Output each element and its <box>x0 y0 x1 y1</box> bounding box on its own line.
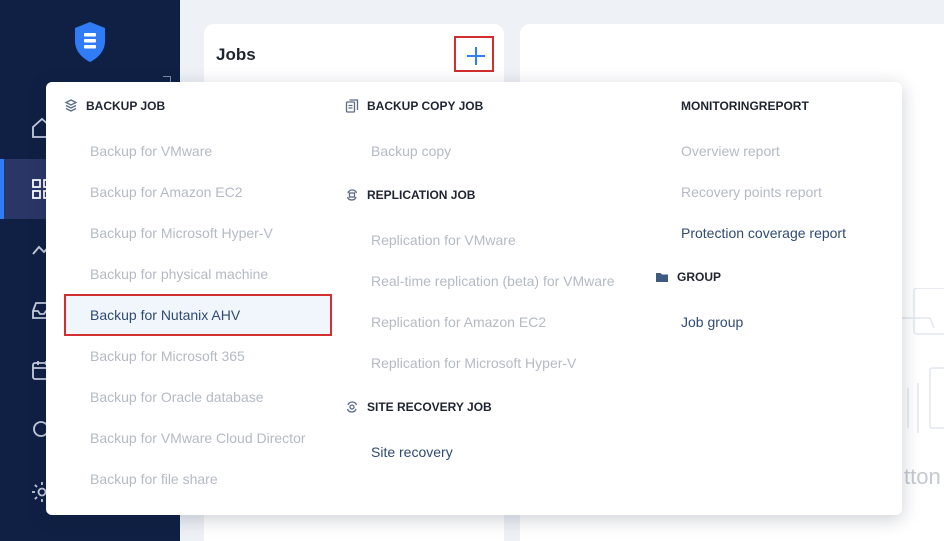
replication-job-heading: REPLICATION JOB <box>345 185 475 205</box>
empty-state-button-text: tton <box>904 464 941 489</box>
backup-job-icon <box>64 99 78 112</box>
menu-item-backup-vmware[interactable]: Backup for VMware <box>66 132 212 170</box>
shield-logo-icon <box>75 22 105 62</box>
plus-icon <box>467 47 485 65</box>
site-recovery-job-heading: SITE RECOVERY JOB <box>345 397 492 417</box>
menu-item-realtime-replication-vmware[interactable]: Real-time replication (beta) for VMware <box>347 262 615 300</box>
menu-item-replication-vmware[interactable]: Replication for VMware <box>347 221 516 259</box>
backup-job-heading: BACKUP JOB <box>64 96 165 116</box>
menu-item-recovery-points-report[interactable]: Recovery points report <box>657 173 822 211</box>
empty-state-illustration-icon <box>902 288 944 433</box>
menu-item-backup-microsoft-365[interactable]: Backup for Microsoft 365 <box>66 337 245 375</box>
menu-item-site-recovery[interactable]: Site recovery <box>347 433 453 471</box>
menu-item-backup-nutanix-ahv[interactable]: Backup for Nutanix AHV <box>64 294 332 336</box>
site-recovery-icon <box>346 401 358 413</box>
add-job-button[interactable] <box>454 36 494 72</box>
menu-item-backup-physical[interactable]: Backup for physical machine <box>66 255 268 293</box>
backup-copy-icon <box>345 99 359 113</box>
backup-copy-job-heading: BACKUP COPY JOB <box>345 96 483 116</box>
new-job-menu: BACKUP JOB Backup for VMware Backup for … <box>46 82 902 515</box>
replication-icon <box>346 189 358 201</box>
folder-icon <box>656 273 668 282</box>
group-heading: GROUP <box>655 267 721 287</box>
menu-item-overview-report[interactable]: Overview report <box>657 132 780 170</box>
menu-item-backup-vcd[interactable]: Backup for VMware Cloud Director <box>66 419 306 457</box>
menu-item-backup-amazon-ec2[interactable]: Backup for Amazon EC2 <box>66 173 243 211</box>
menu-item-backup-oracle[interactable]: Backup for Oracle database <box>66 378 264 416</box>
menu-item-backup-copy[interactable]: Backup copy <box>347 132 451 170</box>
menu-item-job-group[interactable]: Job group <box>657 303 743 341</box>
menu-item-backup-hyper-v[interactable]: Backup for Microsoft Hyper-V <box>66 214 273 252</box>
menu-item-protection-coverage-report[interactable]: Protection coverage report <box>657 214 846 252</box>
menu-item-backup-file-share[interactable]: Backup for file share <box>66 460 218 498</box>
monitoring-report-heading: MONITORINGREPORT <box>681 99 809 113</box>
jobs-title: Jobs <box>216 45 256 64</box>
menu-item-replication-amazon-ec2[interactable]: Replication for Amazon EC2 <box>347 303 546 341</box>
menu-item-replication-hyper-v[interactable]: Replication for Microsoft Hyper-V <box>347 344 576 382</box>
